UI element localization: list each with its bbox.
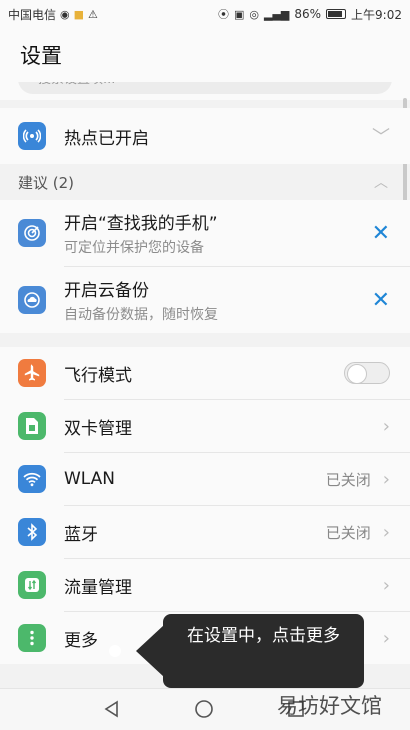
chevron-right-icon: ›: [382, 468, 390, 490]
eye-icon: ◎: [249, 7, 259, 21]
chevron-down-icon: ﹀: [372, 127, 390, 148]
more-icon: [18, 624, 46, 652]
more-label: 更多: [64, 630, 98, 651]
search-strip: 搜索设置项...: [0, 82, 410, 100]
status-bar: 中国电信 ◉ ■ ⚠ ⦿ ▣ ◎ ▂▄▆ 86% 上午9:02: [0, 0, 410, 28]
page-title: 设置: [20, 44, 62, 68]
bluetooth-icon: [18, 518, 46, 546]
suggestion-subtitle: 可定位并保护您的设备: [64, 240, 204, 256]
suggestion-text: 开启“查找我的手机” 可定位并保护您的设备: [64, 209, 218, 257]
wifi-icon: [18, 465, 46, 493]
dismiss-icon[interactable]: ✕: [372, 221, 390, 246]
home-icon[interactable]: [194, 699, 214, 723]
dual-sim-label: 双卡管理: [64, 418, 132, 439]
watermark: 易坊好文馆: [277, 694, 382, 718]
notification-icon: ■: [73, 7, 85, 21]
suggestion-text: 开启云备份 自动备份数据，随时恢复: [64, 276, 218, 324]
app-bar: 设置: [0, 28, 410, 82]
hint-tooltip: 在设置中，点击更多: [136, 614, 364, 688]
airplane-mode-label: 飞行模式: [64, 365, 132, 386]
battery-icon: [326, 9, 347, 19]
suggestion-cloud-backup[interactable]: 开启云备份 自动备份数据，随时恢复 ✕: [0, 267, 410, 333]
sim-icon: [18, 412, 46, 440]
target-icon: [18, 219, 46, 247]
wlan-status: 已关闭: [325, 470, 371, 489]
dual-sim-row[interactable]: 双卡管理 ›: [0, 400, 410, 452]
chevron-right-icon: ›: [382, 574, 390, 596]
airplane-mode-row[interactable]: 飞行模式: [0, 347, 410, 399]
warning-icon: ⚠: [88, 7, 98, 21]
suggestion-title: 开启“查找我的手机”: [64, 214, 218, 234]
suggestions-header-label: 建议 (2): [18, 173, 75, 192]
hotspot-row[interactable]: 热点已开启 ﹀: [0, 108, 410, 164]
suggestions-header[interactable]: 建议 (2) ︿: [0, 164, 410, 200]
camera-icon: ◉: [60, 7, 70, 21]
chevron-right-icon: ›: [382, 627, 390, 649]
cast-icon: ▣: [233, 7, 245, 21]
suggestions-card: 开启“查找我的手机” 可定位并保护您的设备 ✕ 开启云备份 自动备份数据，随时恢…: [0, 200, 410, 333]
clock: 上午9:02: [351, 7, 402, 22]
suggestion-find-phone[interactable]: 开启“查找我的手机” 可定位并保护您的设备 ✕: [0, 200, 410, 266]
back-icon[interactable]: [102, 699, 122, 723]
search-input[interactable]: 搜索设置项...: [18, 82, 392, 94]
hotspot-card: 热点已开启 ﹀: [0, 108, 410, 164]
bluetooth-row[interactable]: 蓝牙 已关闭 ›: [0, 506, 410, 558]
chevron-right-icon: ›: [382, 415, 390, 437]
hotspot-icon: ⦿: [217, 7, 229, 21]
data-usage-row[interactable]: 流量管理 ›: [0, 559, 410, 611]
data-usage-icon: [18, 571, 46, 599]
hotspot-label: 热点已开启: [64, 128, 149, 149]
bluetooth-status: 已关闭: [325, 523, 371, 542]
airplane-mode-toggle[interactable]: [344, 362, 390, 384]
cloud-icon: [18, 286, 46, 314]
settings-list: 热点已开启 ﹀ 建议 (2) ︿ 开启“查找我的手机” 可定位并保护您的设备 ✕…: [0, 108, 410, 664]
chevron-right-icon: ›: [382, 521, 390, 543]
wlan-row[interactable]: WLAN 已关闭 ›: [0, 453, 410, 505]
suggestion-subtitle: 自动备份数据，随时恢复: [64, 307, 218, 323]
bluetooth-label: 蓝牙: [64, 524, 98, 545]
data-usage-label: 流量管理: [64, 577, 132, 598]
touch-indicator: [109, 645, 121, 657]
hotspot-icon: [18, 122, 46, 150]
signal-icon: ▂▄▆: [263, 7, 290, 21]
airplane-icon: [18, 359, 46, 387]
chevron-up-icon: ︿: [374, 175, 388, 191]
dismiss-icon[interactable]: ✕: [372, 288, 390, 313]
battery-percent: 86%: [294, 7, 322, 21]
wlan-label: WLAN: [64, 469, 116, 489]
carrier-label: 中国电信: [8, 7, 57, 22]
suggestion-title: 开启云备份: [64, 281, 149, 301]
